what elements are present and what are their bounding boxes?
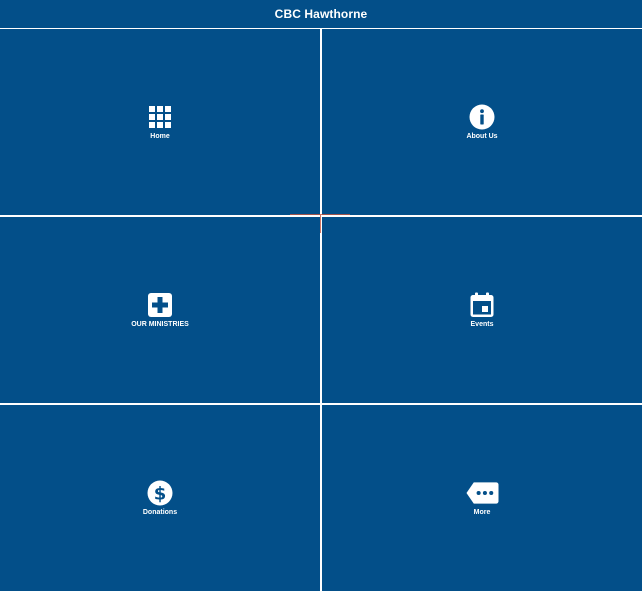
tile-donations[interactable]: $ Donations xyxy=(0,405,320,591)
grid-icon xyxy=(149,105,171,128)
calendar-icon xyxy=(470,292,494,317)
tile-donations-label: Donations xyxy=(142,508,178,516)
tile-more-label: More xyxy=(473,508,491,516)
tile-events[interactable]: Events xyxy=(322,217,642,403)
app-window: CBC Hawthorne Home About Us OUR MINISTRI… xyxy=(0,0,642,592)
tile-about-us[interactable]: About Us xyxy=(322,29,642,215)
tile-home-label: Home xyxy=(150,132,170,140)
dollar-icon: $ xyxy=(147,480,173,505)
svg-text:$: $ xyxy=(154,483,167,504)
tile-about-us-label: About Us xyxy=(466,132,498,140)
divider-accent-stem xyxy=(320,215,321,233)
tile-more[interactable]: More xyxy=(322,405,642,591)
tile-our-ministries-label: OUR MINISTRIES xyxy=(131,320,189,328)
tile-events-label: Events xyxy=(470,320,494,328)
info-icon xyxy=(469,104,495,129)
plus-square-icon xyxy=(148,292,172,317)
tile-home[interactable]: Home xyxy=(0,29,320,215)
header-bar: CBC Hawthorne xyxy=(0,0,642,28)
more-tag-icon xyxy=(465,481,499,504)
page-title: CBC Hawthorne xyxy=(274,7,368,21)
tile-our-ministries[interactable]: OUR MINISTRIES xyxy=(0,217,320,403)
menu-grid: Home About Us OUR MINISTRIES Events $ Do… xyxy=(0,29,642,592)
